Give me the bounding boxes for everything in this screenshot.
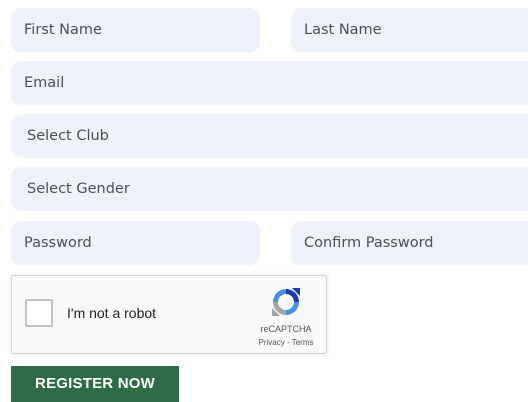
last-name-input[interactable]: Last Name: [291, 8, 528, 52]
recaptcha-terms-link[interactable]: Terms: [292, 338, 314, 347]
last-name-placeholder: Last Name: [304, 22, 382, 38]
first-name-input[interactable]: First Name: [11, 8, 260, 52]
recaptcha-checkbox[interactable]: [25, 299, 53, 327]
confirm-password-input[interactable]: Confirm Password: [291, 221, 528, 265]
email-input[interactable]: Email: [11, 61, 528, 105]
recaptcha-logo-icon: [272, 288, 300, 316]
gender-select[interactable]: Select Gender: [11, 167, 528, 211]
recaptcha-widget: I'm not a robot reCAPTCHA Privacy - Term…: [11, 275, 327, 354]
recaptcha-label: I'm not a robot: [67, 305, 157, 321]
recaptcha-links: Privacy - Terms: [248, 338, 324, 347]
recaptcha-privacy-link[interactable]: Privacy: [259, 338, 285, 347]
register-button[interactable]: REGISTER NOW: [11, 366, 179, 402]
password-placeholder: Password: [24, 235, 92, 251]
recaptcha-brand: reCAPTCHA: [260, 324, 312, 334]
email-placeholder: Email: [24, 75, 65, 91]
first-name-placeholder: First Name: [24, 22, 102, 38]
recaptcha-separator: -: [284, 338, 292, 347]
club-select[interactable]: Select Club: [11, 114, 528, 158]
gender-select-value: Select Gender: [27, 181, 130, 197]
club-select-value: Select Club: [27, 128, 109, 144]
confirm-password-placeholder: Confirm Password: [304, 235, 434, 251]
password-input[interactable]: Password: [11, 221, 260, 265]
